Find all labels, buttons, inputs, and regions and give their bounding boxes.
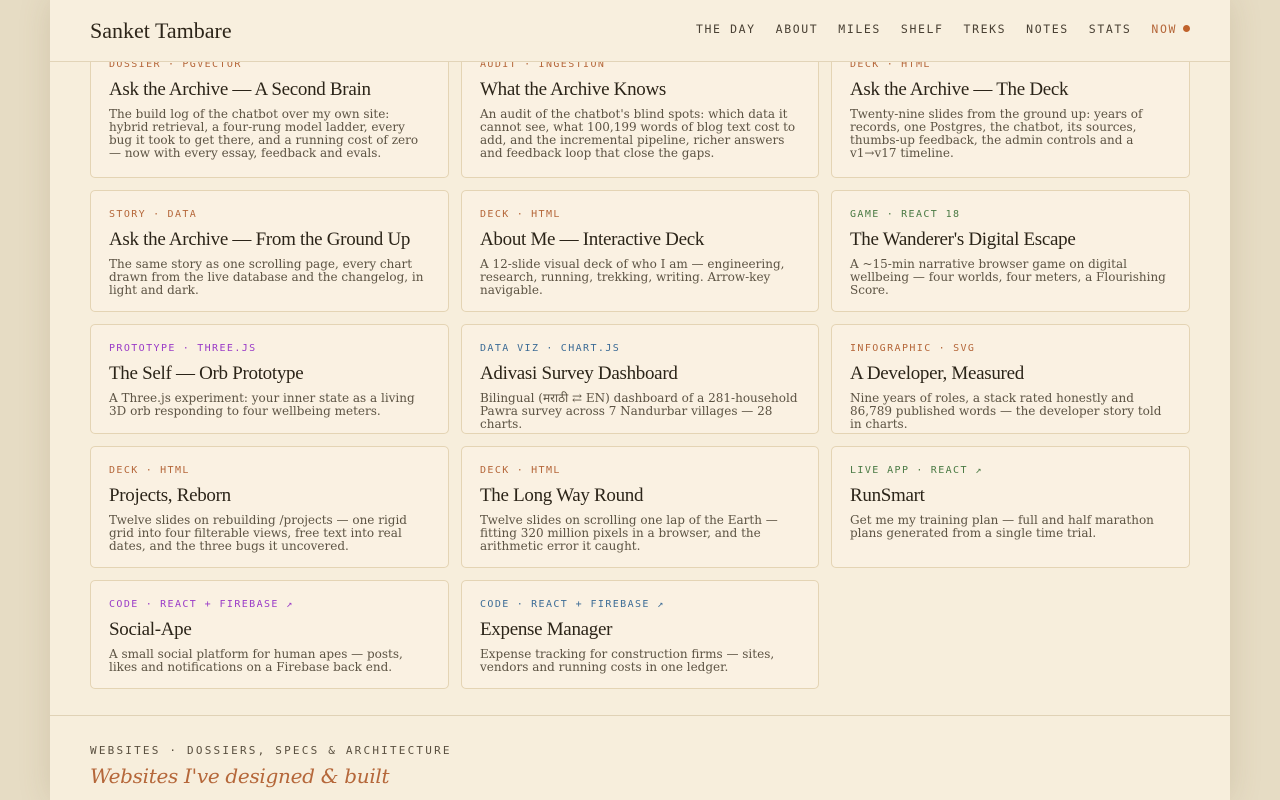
- card-title: The Self — Orb Prototype: [109, 363, 304, 384]
- websites-section: WEBSITES · DOSSIERS, SPECS & ARCHITECTUR…: [50, 715, 1230, 800]
- card-title: Ask the Archive — A Second Brain: [109, 79, 371, 100]
- card-description: Twelve slides on rebuilding /projects — …: [109, 513, 407, 553]
- card-tag: DATA VIZ · CHART.JS: [480, 343, 621, 354]
- card-description: The build log of the chatbot over my own…: [109, 107, 419, 160]
- card-title: Adivasi Survey Dashboard: [480, 363, 678, 384]
- card-title: Social-Ape: [109, 619, 192, 640]
- project-card[interactable]: DECK · HTML The Long Way Round Twelve slid…: [461, 446, 819, 568]
- card-tag: INFOGRAPHIC · SVG: [850, 343, 976, 354]
- card-title: The Long Way Round: [480, 485, 644, 506]
- card-description: Twenty-nine slides from the ground up: y…: [850, 107, 1143, 160]
- card-description: A Three.js experiment: your inner state …: [109, 391, 415, 418]
- card-tag: GAME · REACT 18: [850, 209, 961, 220]
- section-kicker: WEBSITES · DOSSIERS, SPECS & ARCHITECTUR…: [90, 744, 452, 757]
- project-card[interactable]: GAME · REACT 18 The Wanderer's Digital Esc…: [831, 190, 1190, 312]
- section-heading: Websites I've designed & built: [90, 764, 390, 788]
- site-brand-link[interactable]: Sanket Tambare: [90, 18, 232, 44]
- card-tag: DECK · HTML: [109, 465, 190, 476]
- project-card[interactable]: DATA VIZ · CHART.JS Adivasi Survey Dashboa…: [461, 324, 819, 434]
- card-title: Ask the Archive — From the Ground Up: [109, 229, 411, 250]
- page: DOSSIER · PGVECTOR Ask the Archive — A Sec…: [50, 0, 1230, 800]
- nav-link-notes[interactable]: NOTES: [1026, 22, 1069, 36]
- card-title: RunSmart: [850, 485, 925, 506]
- nav-link-miles[interactable]: MILES: [838, 22, 881, 36]
- card-description: A ~15-min narrative browser game on digi…: [850, 257, 1166, 297]
- card-description: Twelve slides on scrolling one lap of th…: [480, 513, 778, 553]
- card-description: Nine years of roles, a stack rated hones…: [850, 391, 1162, 431]
- card-tag: DECK · HTML: [480, 465, 561, 476]
- nav-link-shelf[interactable]: SHELF: [901, 22, 944, 36]
- card-description: The same story as one scrolling page, ev…: [109, 257, 424, 297]
- card-description: Expense tracking for construction firms …: [480, 647, 775, 674]
- project-card[interactable]: INFOGRAPHIC · SVG A Developer, Measured Ni…: [831, 324, 1190, 434]
- card-title: Ask the Archive — The Deck: [850, 79, 1069, 100]
- card-title: What the Archive Knows: [480, 79, 666, 100]
- project-card[interactable]: CODE · REACT + FIREBASE ↗ Social-Ape A sma…: [90, 580, 449, 689]
- project-card[interactable]: PROTOTYPE · THREE.JS The Self — Orb Protot…: [90, 324, 449, 434]
- card-tag: CODE · REACT + FIREBASE ↗: [480, 599, 665, 610]
- nav-link-about[interactable]: ABOUT: [776, 22, 819, 36]
- nav-now-label: NOW: [1151, 22, 1177, 36]
- card-description: Bilingual (मराठी ⇄ EN) dashboard of a 28…: [480, 391, 798, 431]
- card-title: Projects, Reborn: [109, 485, 231, 506]
- live-dot-icon: [1183, 25, 1190, 32]
- card-description: An audit of the chatbot's blind spots: w…: [480, 107, 796, 160]
- main-nav: THE DAY ABOUT MILES SHELF TREKS NOTES ST…: [676, 22, 1190, 36]
- card-tag: PROTOTYPE · THREE.JS: [109, 343, 257, 354]
- nav-link-the-day[interactable]: THE DAY: [696, 22, 756, 36]
- card-title: Expense Manager: [480, 619, 613, 640]
- card-title: The Wanderer's Digital Escape: [850, 229, 1076, 250]
- project-card[interactable]: CODE · REACT + FIREBASE ↗ Expense Manager …: [461, 580, 819, 689]
- nav-link-stats[interactable]: STATS: [1089, 22, 1132, 36]
- card-title: A Developer, Measured: [850, 363, 1024, 384]
- nav-link-treks[interactable]: TREKS: [964, 22, 1007, 36]
- site-header: Sanket Tambare THE DAY ABOUT MILES SHELF…: [50, 0, 1230, 62]
- card-description: A 12-slide visual deck of who I am — eng…: [480, 257, 785, 297]
- project-card[interactable]: DECK · HTML About Me — Interactive Deck A …: [461, 190, 819, 312]
- project-card[interactable]: LIVE APP · REACT ↗ RunSmart Get me my trai…: [831, 446, 1190, 568]
- project-card[interactable]: STORY · DATA Ask the Archive — From the Gr…: [90, 190, 449, 312]
- project-card[interactable]: DECK · HTML Projects, Reborn Twelve slides…: [90, 446, 449, 568]
- card-tag: CODE · REACT + FIREBASE ↗: [109, 599, 294, 610]
- card-description: Get me my training plan — full and half …: [850, 513, 1154, 540]
- card-tag: STORY · DATA: [109, 209, 198, 220]
- card-description: A small social platform for human apes —…: [109, 647, 403, 674]
- card-tag: DECK · HTML: [480, 209, 561, 220]
- nav-link-now[interactable]: NOW: [1151, 22, 1190, 36]
- card-title: About Me — Interactive Deck: [480, 229, 705, 250]
- card-tag: LIVE APP · REACT ↗: [850, 465, 983, 476]
